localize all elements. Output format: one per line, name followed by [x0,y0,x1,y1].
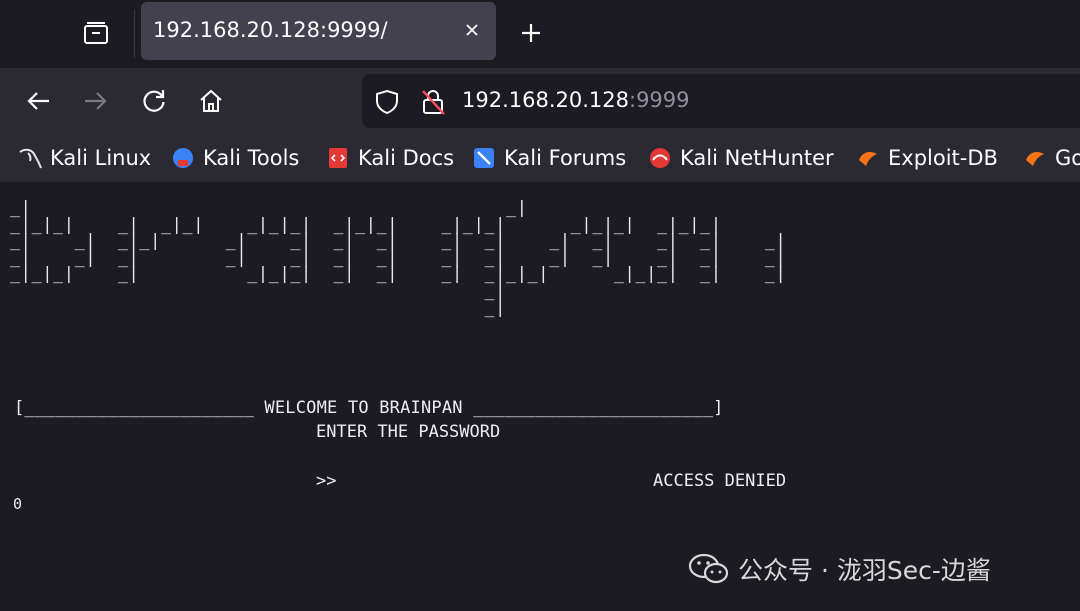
reload-button[interactable] [134,81,174,121]
bookmark-label: Go [1055,146,1080,170]
brainpan-ascii-banner: _| _| _|_|_| _| _|_| _|_|_| _|_|_| _|_|_… [10,198,787,317]
tracking-protection-button[interactable] [372,87,402,117]
tab-title: 192.168.20.128:9999/ [153,18,388,42]
kali-forums-icon [472,146,496,170]
kali-nethunter-icon [648,146,672,170]
back-button[interactable] [18,81,58,121]
exploit-db-icon [856,146,880,170]
bookmark-exploit-db[interactable]: Exploit-DB [856,142,998,174]
plus-icon [522,24,540,42]
tab-active[interactable]: 192.168.20.128:9999/ [141,2,496,60]
kali-docs-icon [326,146,350,170]
kali-dragon-icon [18,146,42,170]
forward-button[interactable] [76,81,116,121]
bookmark-label: Kali Forums [504,146,627,170]
password-prompt: >> [316,471,337,491]
insecure-lock-icon [422,90,445,115]
bookmark-google-hacking-db[interactable]: Go [1023,142,1080,174]
bookmark-label: Kali Linux [50,146,152,170]
tab-close-button[interactable] [458,16,486,44]
google-hacking-db-icon [1023,146,1047,170]
tab-list-icon [84,22,108,44]
url-text[interactable]: 192.168.20.128:9999 [462,88,690,112]
bookmark-kali-tools[interactable]: Kali Tools [171,142,299,174]
access-denied-status: ACCESS DENIED [653,471,787,491]
wechat-icon [688,553,729,584]
navigation-bar: 192.168.20.128:9999 [0,68,1080,134]
page-content: _| _| _|_|_| _| _|_| _|_|_| _|_|_| _|_|_… [0,182,1080,611]
site-security-button[interactable] [418,87,448,117]
new-tab-button[interactable] [512,14,550,52]
arrow-left-icon [27,92,49,110]
bookmark-label: Kali Tools [203,146,300,170]
home-icon [200,89,222,112]
bookmark-label: Kali Docs [358,146,455,170]
bookmark-label: Kali NetHunter [680,146,834,170]
bookmarks-toolbar: Kali Linux Kali Tools Kali Docs Kali For… [0,134,1080,182]
bookmark-kali-nethunter[interactable]: Kali NetHunter [648,142,834,174]
url-bar[interactable]: 192.168.20.128:9999 [362,74,1080,128]
reload-icon [143,90,165,112]
shield-icon [376,89,398,115]
watermark-text: 公众号 · 泷羽Sec-边酱 [738,556,991,585]
home-button[interactable] [191,81,231,121]
bookmark-kali-docs[interactable]: Kali Docs [326,142,454,174]
url-host: 192.168.20.128 [462,88,629,112]
wechat-watermark: 公众号 · 泷羽Sec-边酱 [688,552,991,586]
bookmark-kali-linux[interactable]: Kali Linux [18,142,151,174]
welcome-line: [______________________ WELCOME TO BRAIN… [14,398,724,418]
tab-separator [134,10,135,58]
bookmark-kali-forums[interactable]: Kali Forums [472,142,626,174]
kali-tools-icon [171,146,195,170]
enter-password-line: ENTER THE PASSWORD [316,422,501,442]
text-cursor: 0 [13,495,23,513]
tab-list-button[interactable] [70,12,122,54]
bookmark-label: Exploit-DB [888,146,998,170]
close-icon [466,24,478,36]
tab-strip: 192.168.20.128:9999/ [0,0,1080,68]
url-port: :9999 [629,88,690,112]
arrow-right-icon [85,92,107,110]
